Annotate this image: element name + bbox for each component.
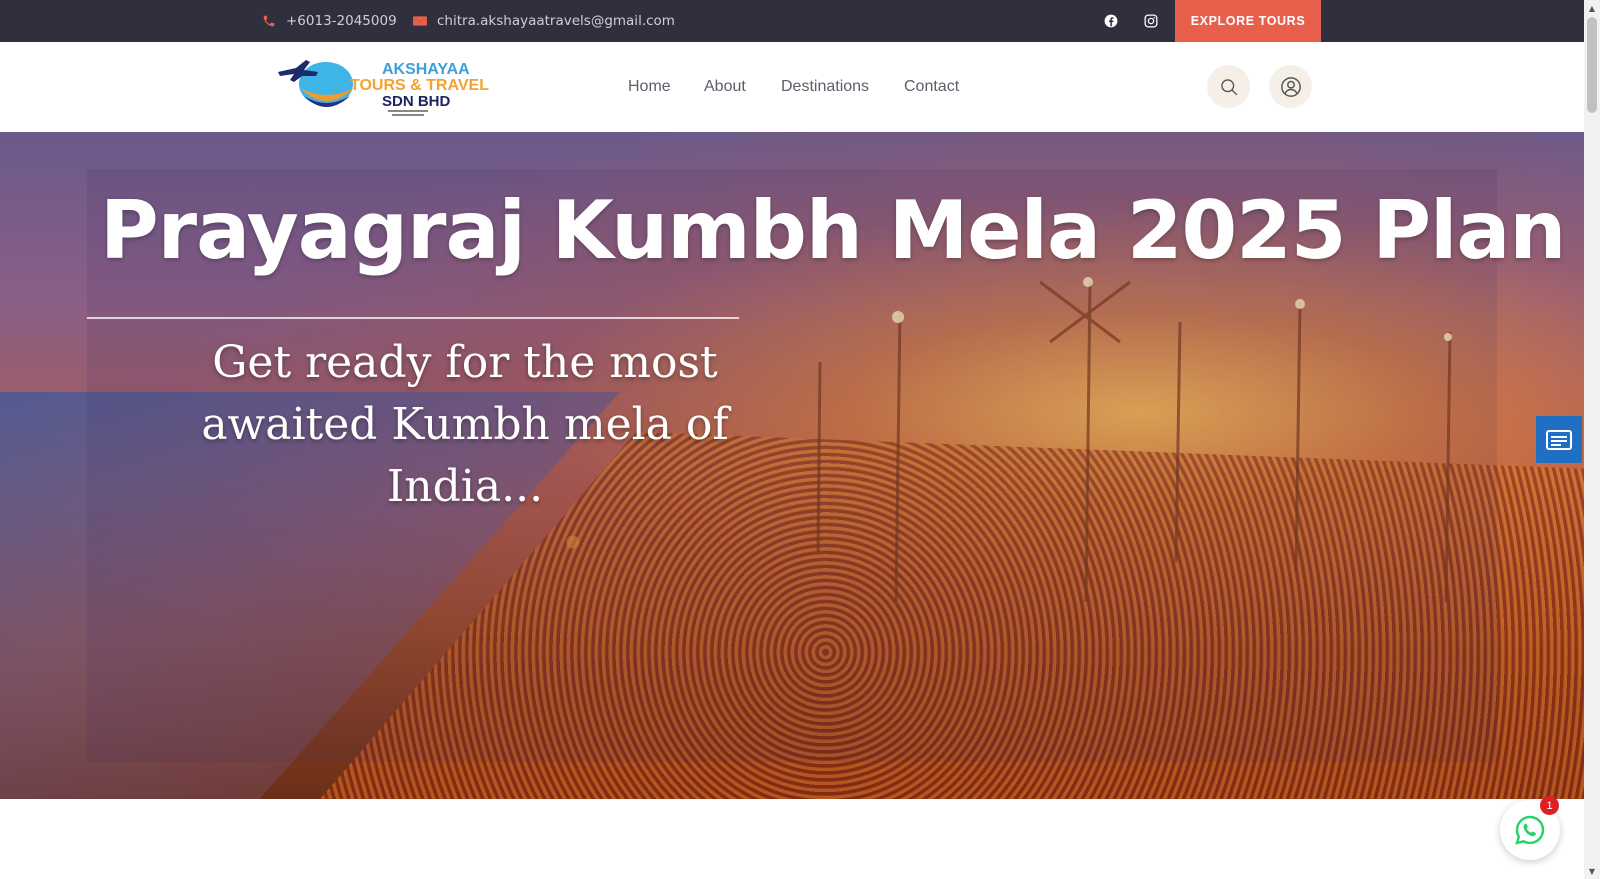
logo-graphic: AKSHAYAA TOURS & TRAVEL SDN BHD — [278, 60, 489, 116]
hero-title: Prayagraj Kumbh Mela 2025 Plan — [100, 184, 1566, 277]
phone-icon — [263, 15, 275, 27]
site-logo[interactable]: AKSHAYAA TOURS & TRAVEL SDN BHD — [278, 52, 498, 120]
logo-line3: SDN BHD — [382, 93, 451, 110]
whatsapp-badge: 1 — [1540, 796, 1559, 815]
nav-destinations[interactable]: Destinations — [781, 42, 869, 132]
top-bar: +6013-2045009 chitra.akshayaatravels@gma… — [0, 0, 1584, 42]
account-button[interactable] — [1269, 65, 1312, 108]
instagram-icon — [1144, 14, 1158, 28]
hero-banner: Prayagraj Kumbh Mela 2025 Plan Get ready… — [0, 132, 1584, 799]
instagram-link[interactable] — [1141, 11, 1161, 31]
form-icon — [1546, 429, 1572, 450]
search-button[interactable] — [1207, 65, 1250, 108]
hero-subtitle: Get ready for the most awaited Kumbh mel… — [201, 337, 729, 512]
page-scrollbar[interactable]: ▲ ▼ — [1584, 0, 1600, 879]
explore-tours-button[interactable]: EXPLORE TOURS — [1175, 0, 1321, 42]
scroll-up-arrow[interactable]: ▲ — [1584, 0, 1600, 16]
hero-divider — [87, 317, 739, 319]
logo-line1: AKSHAYAA — [382, 61, 470, 78]
email-text[interactable]: chitra.akshayaatravels@gmail.com — [437, 13, 675, 29]
nav-about[interactable]: About — [704, 42, 746, 132]
facebook-icon — [1104, 14, 1118, 28]
nav-home[interactable]: Home — [628, 42, 671, 132]
email-contact[interactable]: chitra.akshayaatravels@gmail.com — [413, 0, 675, 42]
enquiry-float-button[interactable] — [1536, 416, 1582, 463]
scroll-down-arrow[interactable]: ▼ — [1584, 863, 1600, 879]
main-header: AKSHAYAA TOURS & TRAVEL SDN BHD Home Abo… — [0, 42, 1584, 132]
search-icon — [1220, 78, 1237, 95]
phone-text[interactable]: +6013-2045009 — [286, 13, 397, 29]
mail-icon — [413, 16, 427, 26]
whatsapp-icon — [1515, 815, 1545, 845]
logo-line2: TOURS & TRAVEL — [350, 77, 489, 94]
facebook-link[interactable] — [1101, 11, 1121, 31]
phone-contact[interactable]: +6013-2045009 — [262, 0, 397, 42]
scroll-thumb[interactable] — [1587, 17, 1597, 113]
nav-contact[interactable]: Contact — [904, 42, 959, 132]
user-icon — [1280, 76, 1301, 97]
